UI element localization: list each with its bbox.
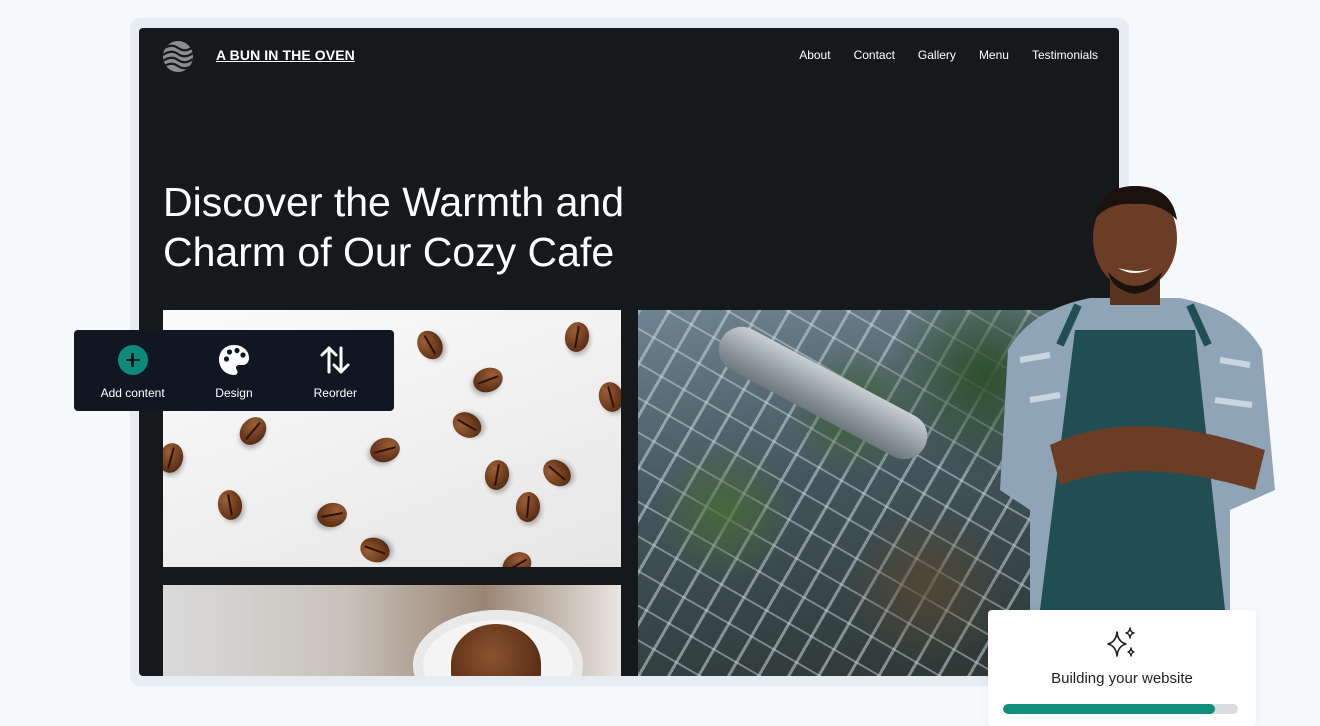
nav-menu[interactable]: Menu [979,48,1009,62]
hero-line-1: Discover the Warmth and [163,179,625,225]
design-label: Design [215,385,253,400]
brand-logo[interactable] [163,41,193,72]
add-content-label: Add content [100,385,165,400]
hero-heading: Discover the Warmth and Charm of Our Coz… [163,177,723,277]
build-progress-bar [1003,704,1238,714]
sparkles-icon [1104,626,1138,665]
build-status-text: Building your website [1051,670,1193,687]
site-nav: About Contact Gallery Menu Testimonials [799,48,1098,62]
reorder-label: Reorder [313,385,357,400]
reorder-arrows-icon [319,342,351,378]
editor-toolbar: Add content Design Reorder [74,330,394,411]
nav-gallery[interactable]: Gallery [918,48,956,62]
brand-name-link[interactable]: A BUN IN THE OVEN [216,47,355,63]
barista-figure [990,180,1280,640]
nav-testimonials[interactable]: Testimonials [1032,48,1098,62]
nav-about[interactable]: About [799,48,830,62]
palette-icon [217,342,251,378]
design-button[interactable]: Design [184,342,284,400]
nav-contact[interactable]: Contact [854,48,895,62]
reorder-button[interactable]: Reorder [285,342,385,400]
coffee-cup [413,610,583,676]
coffee-grounds-image [163,585,621,676]
build-progress-fill [1003,704,1215,714]
plus-circle-icon [117,344,148,375]
build-status-card: Building your website [988,610,1256,726]
hero-line-2: Charm of Our Cozy Cafe [163,229,615,275]
add-content-button[interactable]: Add content [83,342,183,400]
